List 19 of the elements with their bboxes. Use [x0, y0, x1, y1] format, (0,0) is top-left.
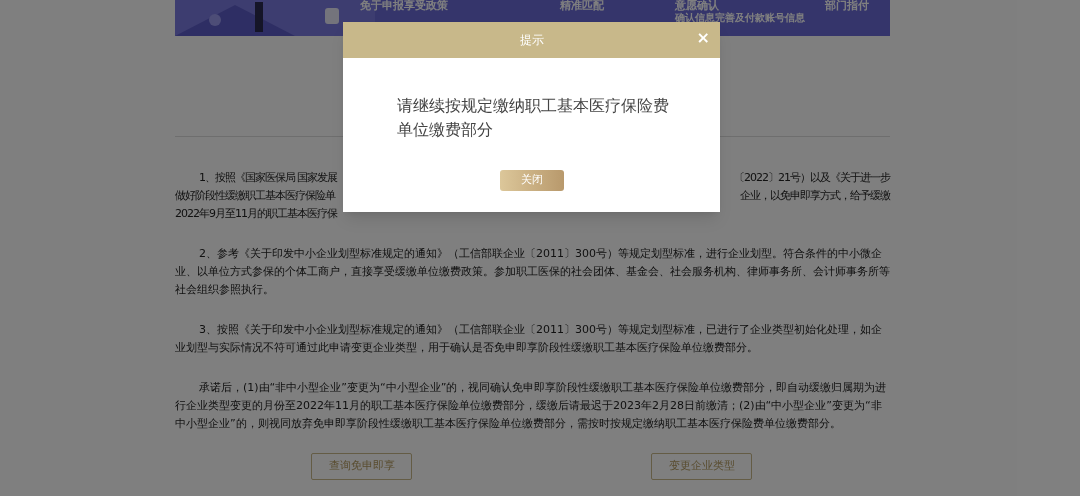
paragraph: 承诺后，(1)由“非中小型企业”变更为“中小型企业”的，视同确认免申即享阶段性缓缴职工基本医疗保险单位缴费部分，即自动缓缴归属期为进行企业类型变更的月份至2022年11月的职工基本医疗保险单位缴费部分，缓缴后请最迟于2023年2月28日前缴清；(2)由“中小型企业”变更为“非中小型企业”的，则视同放弃免申即享阶段性缓缴职工基本医疗保险单位缴费部分，需按时按规定缴纳职工基本医疗保险费单位缴费部分。: [175, 380, 888, 432]
dialog-message: 请继续按规定缴纳职工基本医疗保险费单位缴费部分: [397, 95, 670, 141]
close-dialog-button[interactable]: 关闭: [499, 170, 564, 191]
step-label: 部门指付: [825, 0, 869, 14]
action-button[interactable]: 变更企业类型: [651, 453, 752, 480]
paragraph-fragment: 〔2022〕21号）以及《关于进一步: [734, 170, 890, 186]
close-button[interactable]: ×: [696, 29, 710, 47]
action-button[interactable]: 查询免申即享: [311, 453, 412, 480]
step-label: 免于申报享受政策: [360, 0, 449, 14]
step-label: 意愿确认: [675, 0, 719, 12]
paragraph-fragment: 企业，以免申即享方式，给予缓缴: [740, 188, 890, 204]
paragraph: 3、按照《关于印发中小企业划型标准规定的通知》（工信部联企业〔2011〕300号）等规定划型标准，已进行了企业类型初始化处理，如企业划型与实际情况不符可通过此申请变更企业类型，用于确认是否免申即享阶段性缓缴职工基本医疗保险单位缴费部分。: [175, 322, 883, 356]
dialog-title: 提示: [519, 32, 544, 49]
step-note: 确认信息完善及付款账号信息: [675, 12, 805, 24]
paragraph-fragment: 2022年9月至11月的职工基本医疗保: [175, 206, 337, 222]
paragraph-fragment: 做好阶段性缓缴职工基本医疗保险单: [175, 188, 335, 204]
paragraph: 2、参考《关于印发中小企业划型标准规定的通知》（工信部联企业〔2011〕300号）等规定划型标准，进行企业划型。符合条件的中小微企业、以单位方式参保的个体工商户，直接享受缓缴单位缴费政策。参加职工医保的社会团体、基金会、社会服务机构、律师事务所、会计师事务所等社会组织参照执行。: [175, 246, 890, 298]
step-label: 精准匹配: [560, 0, 605, 14]
paragraph-fragment: 1、按照《国家医保局 国家发展: [199, 170, 338, 186]
